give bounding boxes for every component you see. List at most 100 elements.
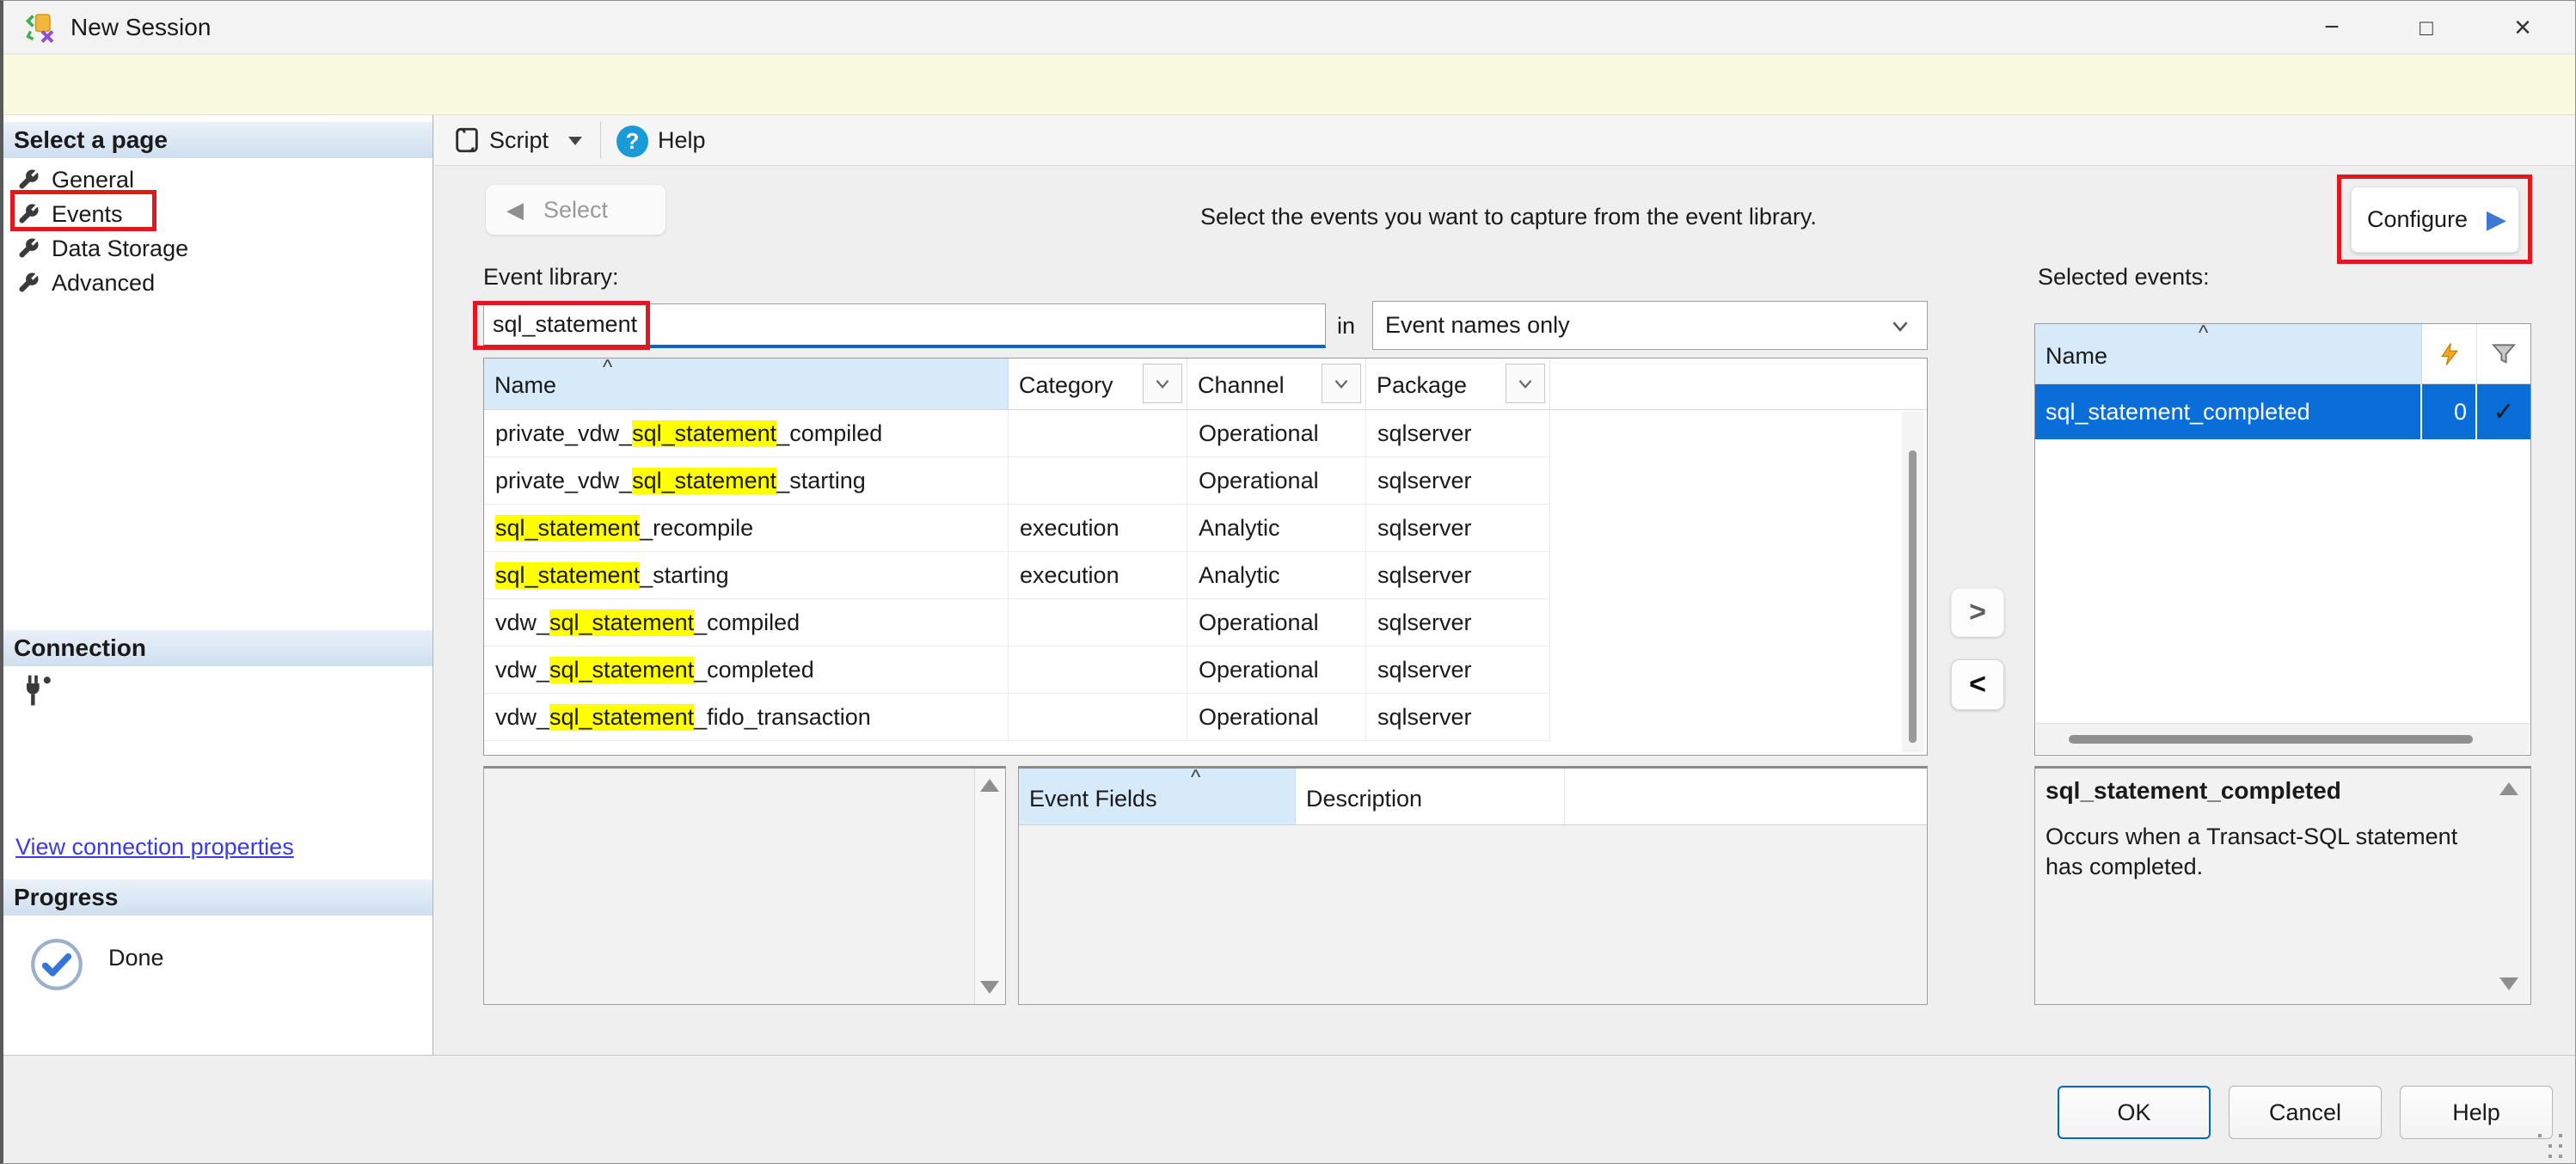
selected-event-row[interactable]: sql_statement_completed 0 ✓ xyxy=(2035,384,2530,439)
column-header-package[interactable]: Package xyxy=(1366,358,1550,409)
add-event-button[interactable]: > xyxy=(1951,588,2004,637)
sort-caret-icon: ^ xyxy=(1191,769,1200,787)
select-step-button[interactable]: ◀ Select xyxy=(486,185,665,235)
sidebar-item-label: General xyxy=(52,167,134,193)
app-icon xyxy=(24,12,55,43)
resize-grip[interactable] xyxy=(2538,1134,2542,1137)
column-header-filler xyxy=(1565,769,1927,824)
sidebar: Select a page General Events Data Storag… xyxy=(3,115,433,1055)
column-header-name[interactable]: ^ Name xyxy=(2035,324,2422,383)
new-session-dialog: New Session − □ × i Ready Select a page … xyxy=(0,0,2576,1164)
event-fields-panel: ^ Event Fields Description xyxy=(1018,766,1928,1005)
sidebar-item-data-storage[interactable]: Data Storage xyxy=(3,231,432,266)
sidebar-item-label: Advanced xyxy=(52,270,155,297)
in-label: in xyxy=(1337,303,1355,352)
event-description-panel: sql_statement_completed Occurs when a Tr… xyxy=(2034,766,2531,1005)
select-a-page-header: Select a page xyxy=(3,122,432,158)
status-bar: i Ready xyxy=(3,55,2575,115)
table-row[interactable]: sql_statement_starting execution Analyti… xyxy=(484,552,1927,599)
title-bar: New Session − □ × xyxy=(3,1,2575,54)
vertical-scrollbar[interactable] xyxy=(1902,412,1924,752)
selected-events-header: ^ Name xyxy=(2035,324,2530,384)
selected-events-table: ^ Name sql_statement_completed 0 ✓ xyxy=(2034,323,2531,756)
event-description-body: Occurs when a Transact-SQL statement has… xyxy=(2045,822,2501,882)
annotation-box-configure xyxy=(2337,175,2532,264)
filter-funnel-icon xyxy=(2490,340,2518,368)
chevron-down-icon xyxy=(1151,372,1174,395)
toolbar-help-button[interactable]: Help xyxy=(658,115,706,166)
vertical-scrollbar[interactable] xyxy=(974,769,1005,1004)
scroll-up-icon[interactable] xyxy=(980,779,999,792)
script-button[interactable]: Script xyxy=(489,115,549,166)
chevron-down-icon xyxy=(1514,372,1536,395)
script-dropdown-icon[interactable] xyxy=(568,137,582,145)
table-row[interactable]: private_vdw_sql_statement_compiled Opera… xyxy=(484,410,1927,457)
selected-events-label: Selected events: xyxy=(2038,264,2210,291)
column-header-category[interactable]: Category xyxy=(1009,358,1187,409)
event-table-header: ^ Name Category Channel Package xyxy=(484,358,1927,410)
chevron-down-icon xyxy=(1887,313,1913,339)
column-header-filter[interactable] xyxy=(2477,324,2530,383)
script-icon xyxy=(452,126,481,155)
search-scope-dropdown[interactable]: Event names only xyxy=(1372,301,1928,350)
scrollbar-thumb[interactable] xyxy=(1909,450,1917,743)
category-filter-button[interactable] xyxy=(1143,364,1182,403)
connection-icon xyxy=(17,672,55,710)
lightning-icon xyxy=(2437,341,2463,367)
connection-header: Connection xyxy=(3,630,432,666)
column-header-name[interactable]: ^ Name xyxy=(484,358,1009,409)
sidebar-item-advanced[interactable]: Advanced xyxy=(3,266,432,300)
done-check-icon xyxy=(29,937,84,992)
progress-header: Progress xyxy=(3,879,432,916)
maximize-button[interactable]: □ xyxy=(2389,1,2464,54)
column-header-filler xyxy=(1550,358,1927,409)
event-library-label: Event library: xyxy=(483,264,619,291)
event-library-table: ^ Name Category Channel Package private_… xyxy=(483,358,1928,756)
horizontal-scrollbar[interactable] xyxy=(2036,723,2530,754)
remove-event-button[interactable]: < xyxy=(1951,659,2004,710)
scroll-down-icon[interactable] xyxy=(2499,977,2518,990)
column-header-description[interactable]: Description xyxy=(1296,769,1565,824)
instruction-text: Select the events you want to capture fr… xyxy=(1200,204,1817,230)
wrench-icon xyxy=(17,237,40,260)
annotation-box-events xyxy=(10,190,156,231)
wrench-icon xyxy=(17,168,40,191)
table-row[interactable]: sql_statement_recompile execution Analyt… xyxy=(484,505,1927,552)
sort-caret-icon: ^ xyxy=(603,358,612,377)
search-scope-value: Event names only xyxy=(1385,312,1570,339)
package-filter-button[interactable] xyxy=(1506,364,1545,403)
sort-caret-icon: ^ xyxy=(2199,324,2208,343)
scroll-down-icon[interactable] xyxy=(980,981,999,994)
back-arrow-icon: ◀ xyxy=(506,197,524,224)
table-row[interactable]: vdw_sql_statement_completed Operational … xyxy=(484,646,1927,694)
help-icon: ? xyxy=(616,126,648,157)
column-header-event-fields[interactable]: ^ Event Fields xyxy=(1019,769,1296,824)
chevron-down-icon xyxy=(1330,372,1352,395)
close-button[interactable]: × xyxy=(2485,1,2561,54)
channel-filter-button[interactable] xyxy=(1322,364,1361,403)
scrollbar-thumb[interactable] xyxy=(2069,735,2473,744)
help-button[interactable]: Help xyxy=(2400,1086,2553,1139)
window-title: New Session xyxy=(71,1,211,54)
minimize-button[interactable]: − xyxy=(2294,1,2370,54)
toolbar: Script ? Help xyxy=(434,115,2576,166)
cancel-button[interactable]: Cancel xyxy=(2229,1086,2382,1139)
column-header-channel[interactable]: Channel xyxy=(1187,358,1366,409)
progress-status: Done xyxy=(108,945,164,971)
check-icon: ✓ xyxy=(2477,384,2530,439)
view-connection-properties-link[interactable]: View connection properties xyxy=(15,834,294,861)
scroll-up-icon[interactable] xyxy=(2499,782,2518,795)
annotation-box-search-text xyxy=(473,301,650,350)
toolbar-separator xyxy=(600,121,601,159)
event-fields-header: ^ Event Fields Description xyxy=(1019,769,1927,825)
table-row[interactable]: private_vdw_sql_statement_starting Opera… xyxy=(484,457,1927,505)
table-row[interactable]: vdw_sql_statement_compiled Operational s… xyxy=(484,599,1927,646)
wrench-icon xyxy=(17,272,40,294)
event-detail-placeholder-panel xyxy=(483,766,1006,1005)
ok-button[interactable]: OK xyxy=(2058,1086,2211,1139)
table-row[interactable]: vdw_sql_statement_fido_transaction Opera… xyxy=(484,694,1927,741)
event-description-title: sql_statement_completed xyxy=(2045,777,2341,805)
sidebar-item-label: Data Storage xyxy=(52,236,188,262)
column-header-actions[interactable] xyxy=(2422,324,2477,383)
select-step-label: Select xyxy=(543,197,608,224)
